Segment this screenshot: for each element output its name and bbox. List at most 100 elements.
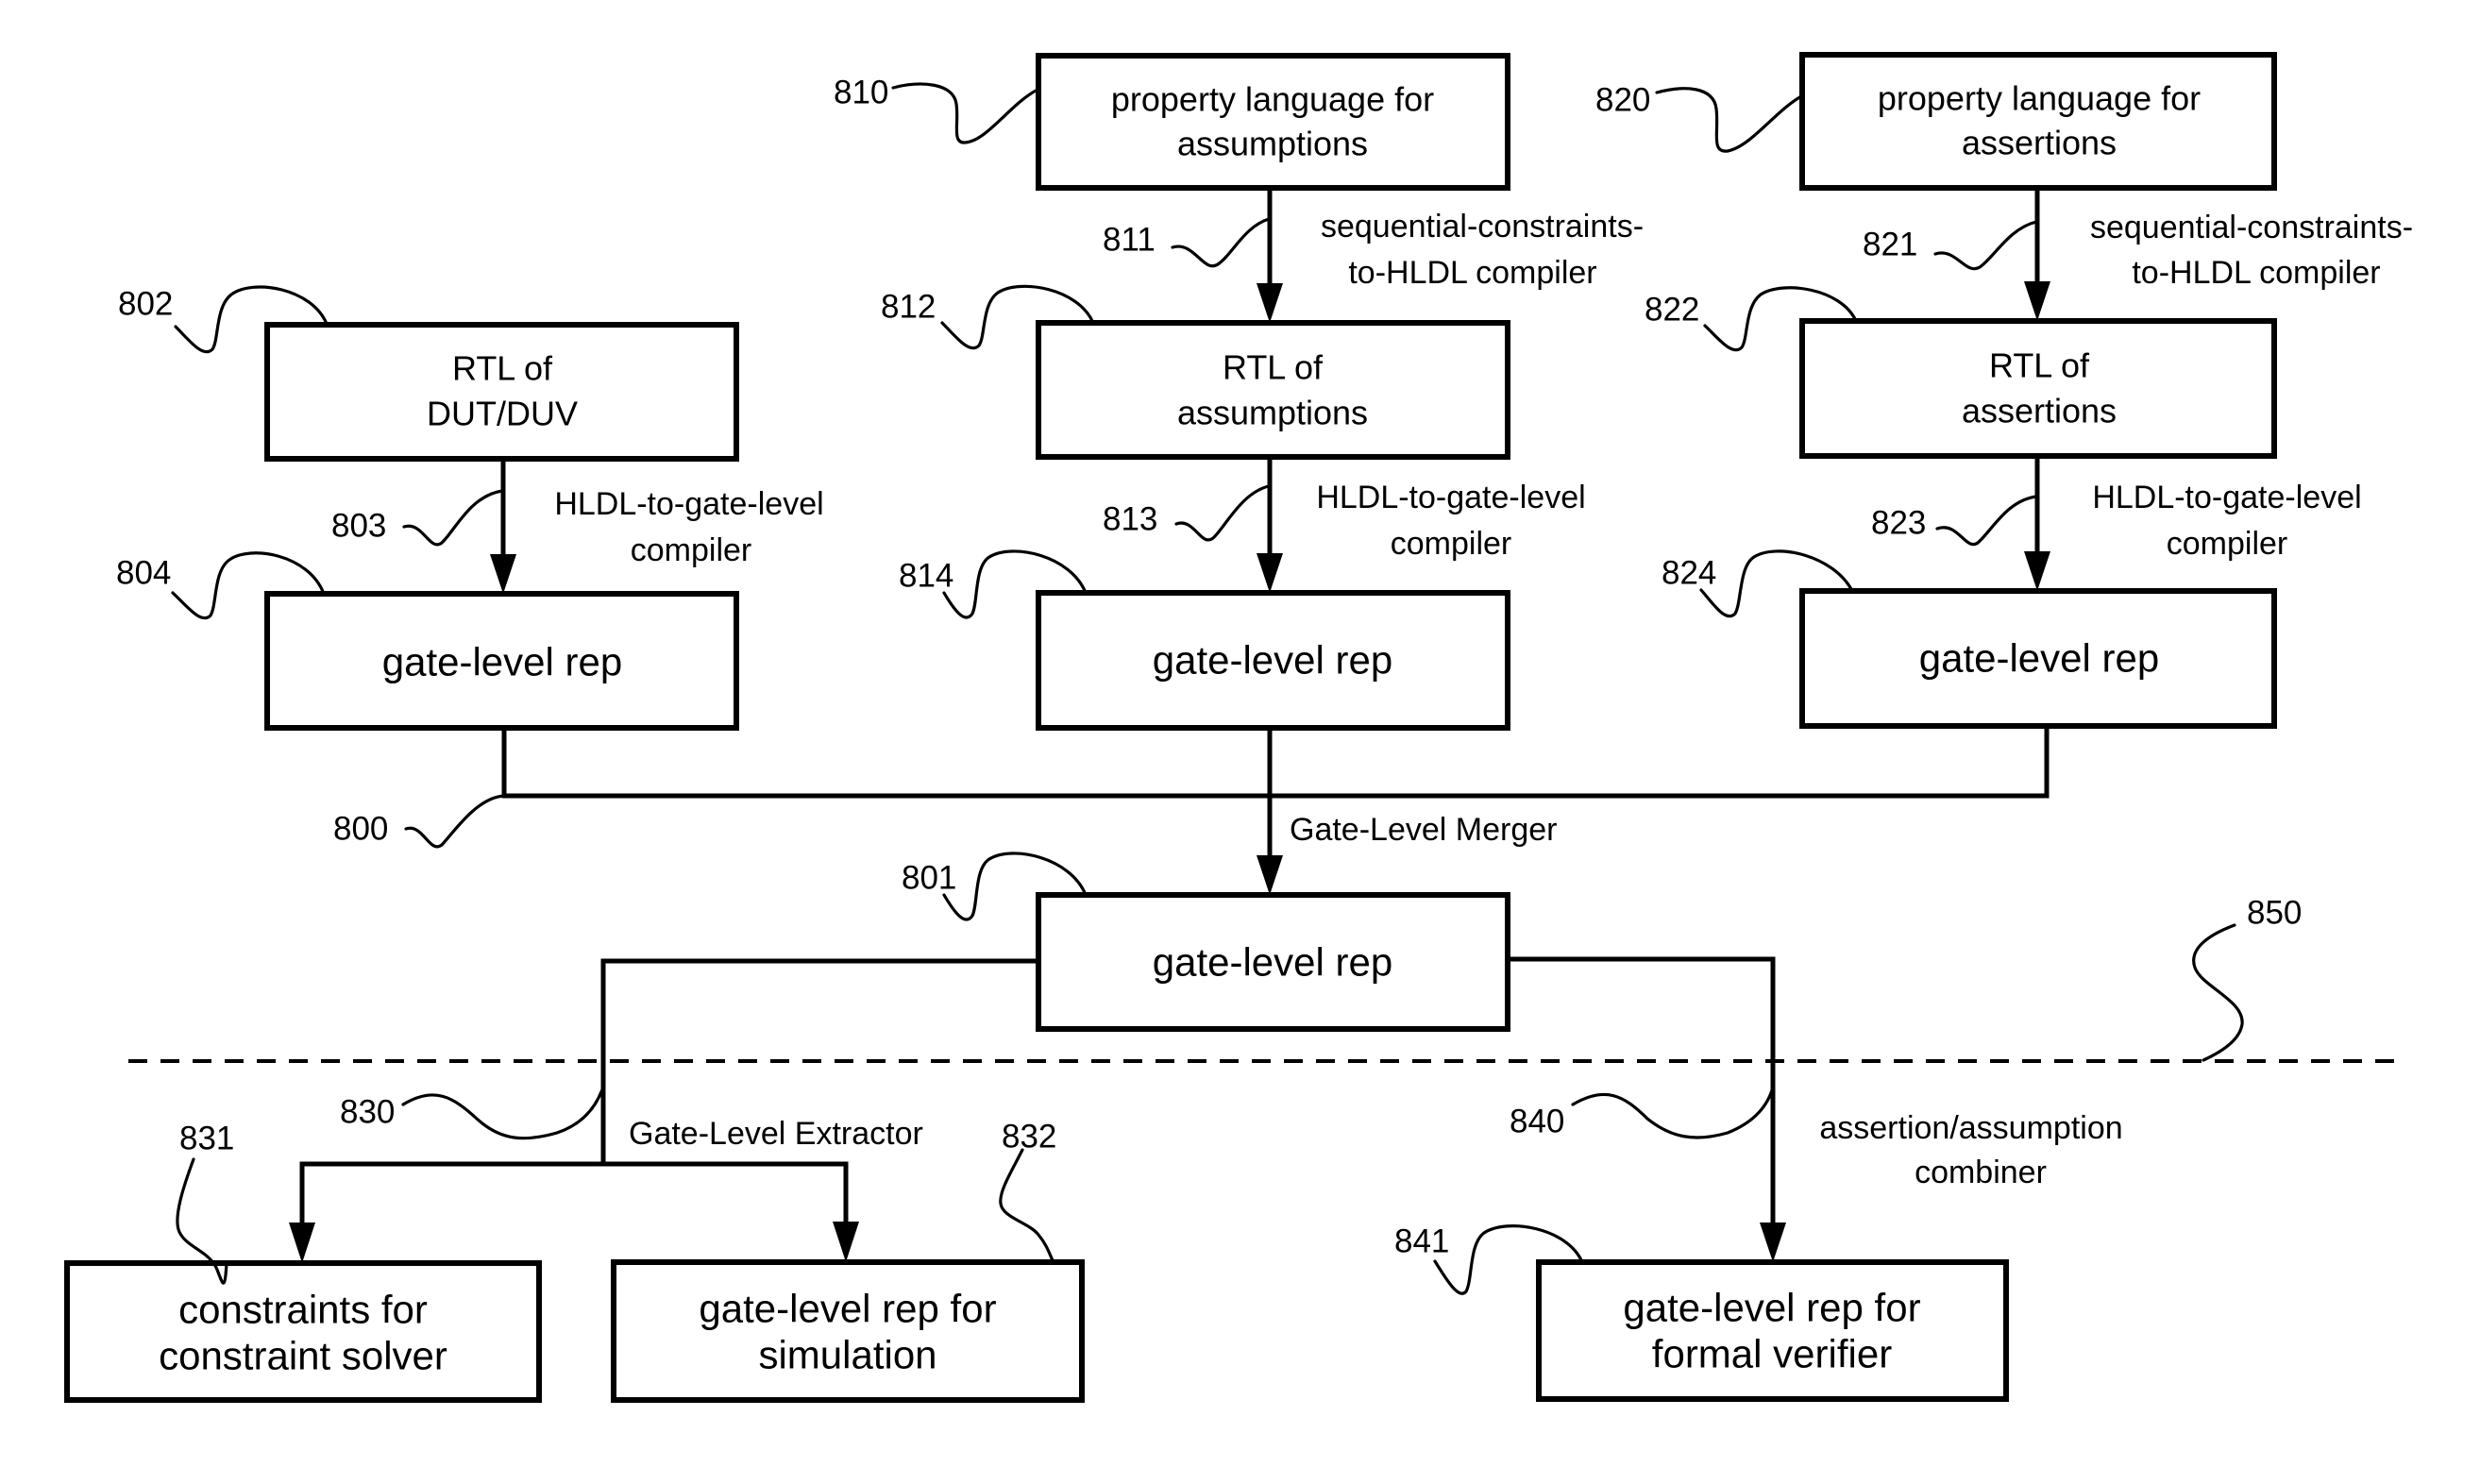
- edge-text-line: HLDL-to-gate-level: [554, 486, 823, 522]
- box-rtl-dut: RTL of DUT/DUV: [264, 322, 739, 462]
- edge-text-line: HLDL-to-gate-level: [1316, 480, 1585, 515]
- edge-text-line: assertion/assumption: [1819, 1110, 2122, 1146]
- box-text-line: RTL of: [1989, 346, 2090, 385]
- ref-840: 840: [1510, 1088, 1774, 1140]
- ref-811: 811: [1103, 217, 1271, 268]
- ref-numeral: 802: [118, 286, 173, 323]
- connector-line: [501, 726, 2050, 799]
- edge-label-821: sequential-constraints- to-HLDL compiler: [2090, 210, 2413, 291]
- box-text-line: formal verifier: [1652, 1332, 1892, 1376]
- box-text-line: property language for: [1878, 79, 2201, 118]
- box-rtl-assertions: RTL of assertions: [1799, 318, 2277, 459]
- ref-numeral: 824: [1662, 555, 1716, 592]
- flow-diagram: property language for assumptions proper…: [64, 52, 2413, 1403]
- edge-text-line: combiner: [1915, 1155, 2047, 1190]
- ref-numeral: 800: [333, 811, 388, 848]
- arrowhead-icon: [1257, 553, 1283, 593]
- arrowhead-icon: [2024, 551, 2050, 591]
- box-frame: [611, 1259, 1085, 1403]
- box-text-line: gate-level rep: [1919, 636, 2159, 681]
- box-property-language-assumptions: property language for assumptions: [1036, 53, 1510, 191]
- leader-line: [402, 489, 504, 547]
- ref-821: 821: [1863, 220, 2038, 271]
- ref-820: 820: [1595, 82, 1803, 153]
- box-constraints-solver: constraints for constraint solver: [64, 1260, 542, 1403]
- ref-803: 803: [331, 489, 504, 547]
- ref-numeral: 821: [1863, 227, 1917, 263]
- arrowhead-icon: [289, 1223, 315, 1263]
- edge-label-813: HLDL-to-gate-level compiler: [1316, 480, 1585, 562]
- ref-numeral: 840: [1510, 1104, 1564, 1140]
- ref-numeral: 813: [1103, 501, 1157, 538]
- ref-850: 850: [2192, 895, 2302, 1062]
- box-gate-level-merged: gate-level rep: [1036, 892, 1510, 1032]
- edge-text-line: to-HLDL compiler: [1348, 255, 1596, 291]
- arrowhead-icon: [1760, 1223, 1786, 1262]
- ref-numeral: 850: [2247, 895, 2302, 932]
- arrow-821: [2024, 188, 2050, 321]
- arrowhead-icon: [1257, 283, 1283, 323]
- ref-832: 832: [999, 1119, 1056, 1264]
- ref-800: 800: [333, 794, 506, 849]
- box-text-line: assertions: [1962, 124, 2117, 162]
- box-gate-level-simulation: gate-level rep for simulation: [611, 1259, 1085, 1403]
- arrow-823: [2024, 456, 2050, 591]
- leader-line: [1933, 220, 2038, 271]
- merger-bus: [501, 726, 2050, 895]
- arrowhead-icon: [2024, 281, 2050, 321]
- ref-813: 813: [1103, 484, 1271, 542]
- arrowhead-icon: [833, 1222, 859, 1262]
- ref-numeral: 801: [902, 860, 956, 897]
- leader-line: [999, 1148, 1055, 1264]
- box-text-line: assertions: [1962, 392, 2117, 430]
- arrowhead-icon: [1257, 855, 1283, 895]
- box-text-line: constraints for: [178, 1288, 428, 1332]
- edge-text-line: HLDL-to-gate-level: [2092, 480, 2361, 515]
- box-property-language-assertions: property language for assertions: [1799, 52, 2277, 191]
- box-text-line: simulation: [758, 1333, 936, 1377]
- extractor-tree: [289, 958, 1038, 1263]
- ref-823: 823: [1871, 495, 2038, 547]
- arrow-813: [1257, 457, 1283, 593]
- edge-text-line: sequential-constraints-: [2090, 210, 2413, 245]
- ref-numeral: 841: [1394, 1223, 1449, 1260]
- box-text-line: gate-level rep: [1153, 940, 1392, 985]
- ref-numeral: 812: [881, 289, 936, 326]
- box-text-line: assumptions: [1177, 125, 1368, 163]
- edge-text-line: compiler: [1391, 526, 1511, 562]
- box-frame: [1799, 52, 2277, 191]
- ref-numeral: 810: [834, 75, 888, 111]
- ref-numeral: 811: [1103, 222, 1156, 259]
- leader-line: [404, 794, 506, 849]
- ref-numeral: 804: [116, 555, 171, 592]
- box-text-line: constraint solver: [159, 1334, 447, 1378]
- ref-numeral: 822: [1645, 292, 1699, 329]
- leader-line: [891, 82, 1039, 144]
- arrow-803: [490, 459, 516, 594]
- ref-numeral: 820: [1595, 82, 1650, 119]
- box-frame: [1036, 320, 1510, 460]
- ref-831: 831: [176, 1121, 234, 1285]
- ref-numeral: 803: [331, 508, 386, 545]
- edge-label-803: HLDL-to-gate-level compiler: [554, 486, 823, 568]
- leader-line: [2192, 923, 2244, 1062]
- ref-830: 830: [340, 1088, 604, 1140]
- leader-line: [1571, 1088, 1774, 1139]
- edge-text-line: compiler: [631, 532, 751, 568]
- edge-label-840: assertion/assumption combiner: [1819, 1110, 2122, 1190]
- box-gate-level-dut: gate-level rep: [264, 591, 739, 731]
- box-gate-level-assumptions: gate-level rep: [1036, 590, 1510, 731]
- connector-line: [299, 1161, 849, 1224]
- box-text-line: assumptions: [1177, 394, 1368, 432]
- ref-numeral: 823: [1871, 505, 1926, 542]
- box-rtl-assumptions: RTL of assumptions: [1036, 320, 1510, 460]
- box-gate-level-assertions: gate-level rep: [1799, 588, 2277, 729]
- box-frame: [64, 1260, 542, 1403]
- arrow-811: [1257, 188, 1283, 323]
- box-frame: [1036, 53, 1510, 191]
- arrowhead-icon: [490, 554, 516, 594]
- ref-810: 810: [834, 75, 1039, 144]
- edge-label-830: Gate-Level Extractor: [629, 1116, 923, 1152]
- leader-line: [1171, 217, 1271, 268]
- box-frame: [1799, 318, 2277, 459]
